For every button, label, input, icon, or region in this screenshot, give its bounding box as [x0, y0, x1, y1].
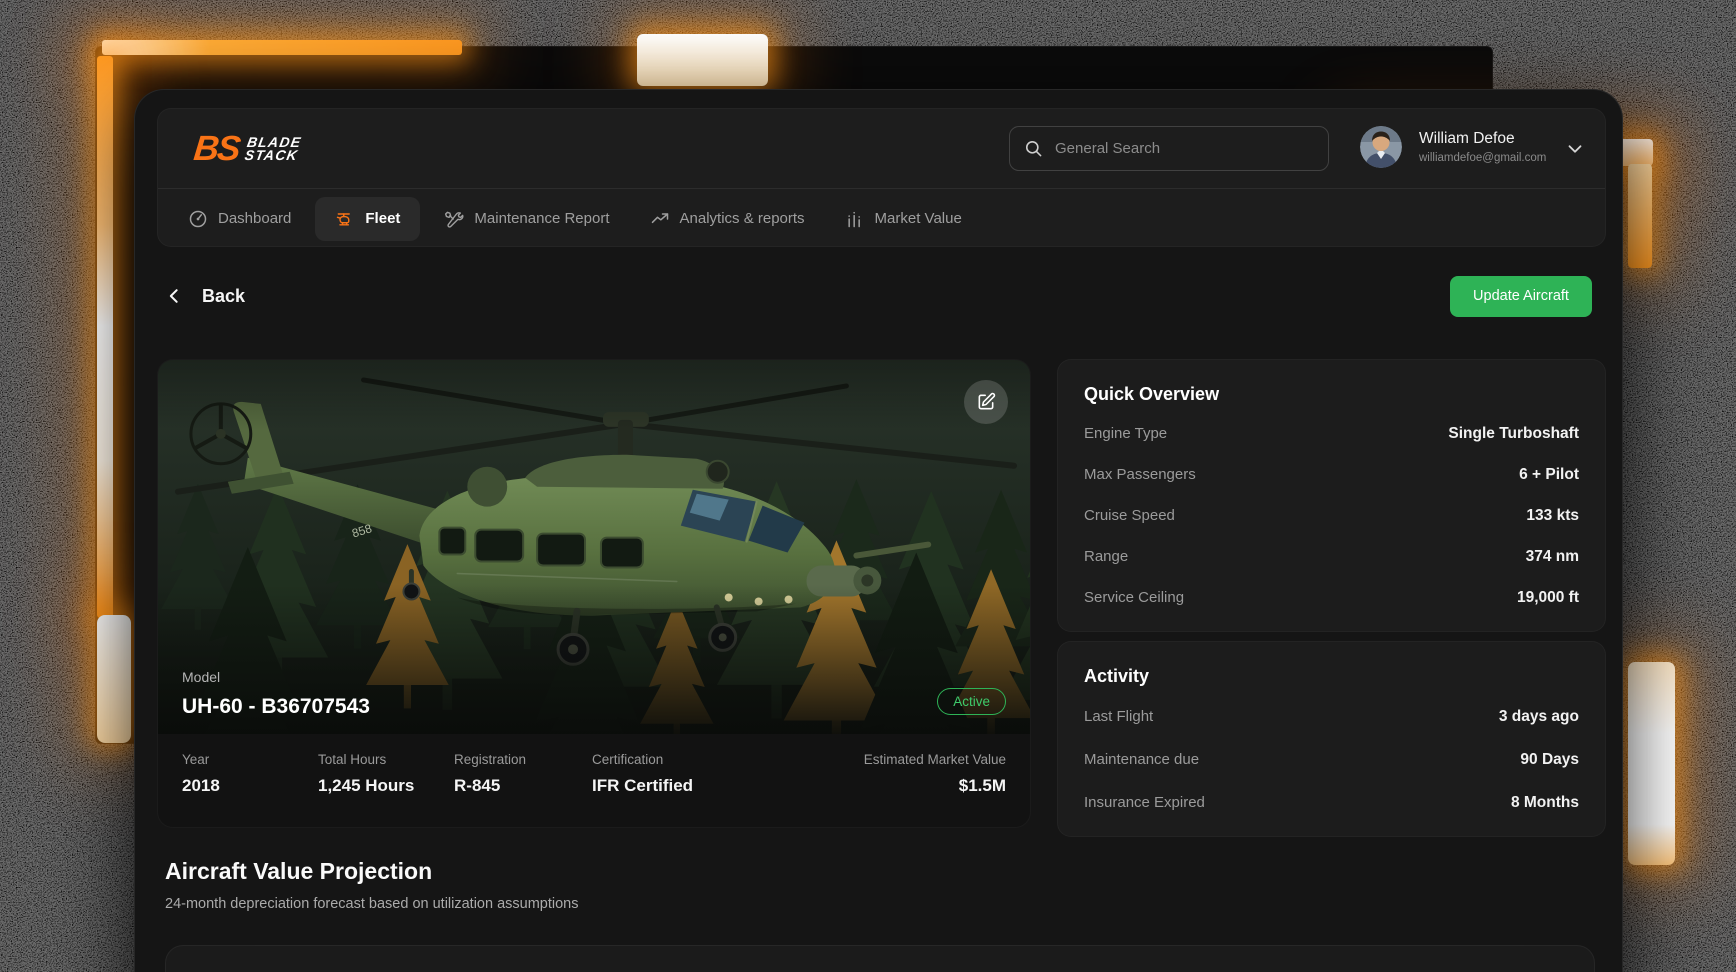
- model-label: Model: [182, 669, 370, 685]
- app-header: BS BLADE STACK: [157, 108, 1606, 247]
- chart-bars-icon: [845, 209, 865, 229]
- trend-icon: [650, 209, 670, 229]
- activity-title: Activity: [1084, 666, 1579, 687]
- neon-decoration-topright-corner: [1628, 164, 1652, 268]
- quick-overview-panel: Quick Overview Engine Type Single Turbos…: [1057, 359, 1606, 632]
- stat-market-value: Estimated Market Value $1.5M: [864, 752, 1006, 827]
- activity-panel: Activity Last Flight 3 days ago Maintena…: [1057, 641, 1606, 837]
- brand-logo[interactable]: BS BLADE STACK: [194, 131, 300, 166]
- chevron-down-icon[interactable]: [1564, 138, 1586, 160]
- stat-registration: Registration R-845: [454, 752, 592, 827]
- spec-row: Cruise Speed 133 kts: [1084, 495, 1579, 536]
- brand-wordmark: BLADE STACK: [243, 136, 302, 162]
- model-value: UH-60 - B36707543: [182, 695, 370, 719]
- projection-title: Aircraft Value Projection: [165, 858, 432, 885]
- spec-row: Max Passengers 6 + Pilot: [1084, 454, 1579, 495]
- neon-decoration-left-bar: [97, 56, 113, 618]
- search-input[interactable]: [1043, 127, 1328, 170]
- neon-decoration-right-bar: [1628, 662, 1675, 865]
- neon-decoration-left-blob: [97, 615, 131, 743]
- edit-photo-button[interactable]: [964, 380, 1008, 424]
- tab-fleet[interactable]: Fleet: [315, 197, 420, 241]
- stat-certification: Certification IFR Certified: [592, 752, 728, 827]
- main-nav: Dashboard Fleet Maintenance Report: [158, 189, 1605, 248]
- tab-dashboard[interactable]: Dashboard: [172, 197, 307, 241]
- gauge-icon: [188, 209, 208, 229]
- search-icon: [1024, 139, 1043, 158]
- tab-maintenance-report[interactable]: Maintenance Report: [428, 197, 625, 241]
- update-aircraft-button[interactable]: Update Aircraft: [1450, 276, 1592, 317]
- app-window: BS BLADE STACK: [134, 89, 1623, 972]
- neon-decoration-top-block: [637, 34, 768, 86]
- tab-analytics-reports[interactable]: Analytics & reports: [634, 197, 821, 241]
- tools-icon: [444, 209, 464, 229]
- aircraft-card: 858: [157, 359, 1031, 828]
- user-name: William Defoe: [1419, 130, 1546, 148]
- stat-year: Year 2018: [182, 752, 318, 827]
- spec-row: Range 374 nm: [1084, 536, 1579, 577]
- neon-decoration-top-bar: [102, 40, 462, 55]
- chevron-left-icon: [165, 286, 185, 306]
- spec-row: Service Ceiling 19,000 ft: [1084, 577, 1579, 618]
- aircraft-photo: 858: [158, 360, 1030, 735]
- value-projection-card: [165, 945, 1595, 972]
- projection-subtitle: 24-month depreciation forecast based on …: [165, 896, 579, 912]
- helicopter-icon: [335, 209, 355, 229]
- spec-row: Engine Type Single Turboshaft: [1084, 413, 1579, 454]
- model-overlay: Model UH-60 - B36707543: [182, 669, 370, 719]
- status-badge: Active: [937, 688, 1006, 715]
- tab-market-value[interactable]: Market Value: [829, 197, 978, 241]
- avatar[interactable]: [1360, 126, 1402, 168]
- activity-row: Last Flight 3 days ago: [1084, 695, 1579, 738]
- user-menu[interactable]: William Defoe williamdefoe@gmail.com: [1419, 130, 1546, 164]
- aircraft-stats: Year 2018 Total Hours 1,245 Hours Regist…: [158, 735, 1030, 827]
- user-email: williamdefoe@gmail.com: [1419, 152, 1546, 164]
- screen: BS BLADE STACK: [0, 0, 1736, 972]
- page-toolbar: Back Update Aircraft: [165, 274, 1592, 318]
- brand-mark: BS: [192, 131, 240, 166]
- quick-overview-title: Quick Overview: [1084, 384, 1579, 405]
- activity-row: Maintenance due 90 Days: [1084, 738, 1579, 781]
- activity-row: Insurance Expired 8 Months: [1084, 781, 1579, 824]
- search-input-wrapper: [1009, 126, 1329, 171]
- back-button[interactable]: Back: [165, 286, 245, 307]
- stat-total-hours: Total Hours 1,245 Hours: [318, 752, 454, 827]
- edit-pencil-icon: [976, 392, 996, 412]
